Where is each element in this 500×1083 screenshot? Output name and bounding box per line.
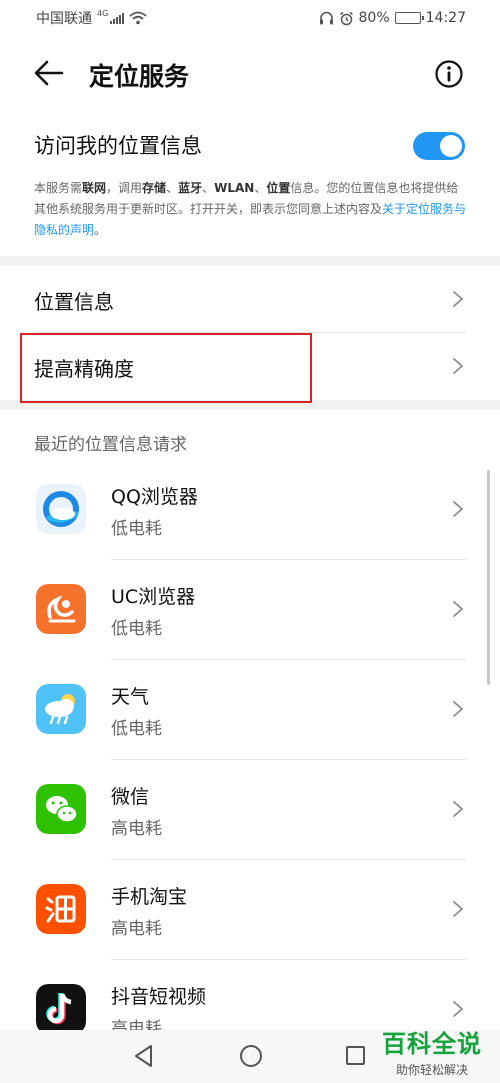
back-arrow-icon[interactable] xyxy=(32,58,66,88)
alarm-icon xyxy=(339,11,353,25)
desc-keyword-wlan: WLAN xyxy=(214,181,255,195)
qq-browser-icon xyxy=(36,484,86,534)
watermark-subtitle: 助你轻松解决 xyxy=(395,1063,468,1077)
app-power-usage: 低电耗 xyxy=(111,519,162,539)
status-right: 80% 14:27 xyxy=(319,10,466,26)
battery-icon xyxy=(394,12,424,24)
location-access-label: 访问我的位置信息 xyxy=(34,134,202,158)
wechat-icon xyxy=(36,784,86,834)
taobao-icon xyxy=(36,884,86,934)
nav-back-icon[interactable] xyxy=(133,1044,155,1068)
app-name: UC浏览器 xyxy=(111,586,196,608)
carrier-name: 中国联通 xyxy=(36,11,92,27)
settings-card: 位置信息 提高精确度 xyxy=(0,266,500,400)
app-name: 手机淘宝 xyxy=(111,886,188,908)
desc-keyword-network: 联网 xyxy=(82,181,107,195)
nav-recent-apps-icon[interactable] xyxy=(346,1046,365,1065)
status-bar: 中国联通 4G 80% 14:27 xyxy=(0,0,500,36)
location-info-row[interactable]: 位置信息 xyxy=(0,266,500,333)
chevron-right-icon xyxy=(453,701,463,717)
app-row-wechat[interactable]: 微信 高电耗 xyxy=(0,760,500,860)
desc-text: ，调用 xyxy=(106,181,143,195)
improve-accuracy-label: 提高精确度 xyxy=(34,357,134,381)
battery-percent: 80% xyxy=(358,10,390,26)
watermark-logo: 百科全说 助你轻松解决 xyxy=(376,1024,488,1078)
chevron-right-icon xyxy=(453,358,463,374)
location-access-description: 本服务需联网，调用存储、蓝牙、WLAN、位置信息。您的位置信息也将提供给其他系统… xyxy=(34,178,470,241)
app-row-qq-browser[interactable]: QQ浏览器 低电耗 xyxy=(0,460,500,560)
app-name: 天气 xyxy=(111,686,150,708)
app-row-uc-browser[interactable]: UC浏览器 低电耗 xyxy=(0,560,500,660)
chevron-right-icon xyxy=(453,801,463,817)
headphones-icon xyxy=(319,11,333,25)
desc-text: 、 xyxy=(254,181,267,195)
app-header: 定位服务 xyxy=(0,36,500,112)
desc-text: 、 xyxy=(202,181,215,195)
improve-accuracy-row[interactable]: 提高精确度 xyxy=(0,333,500,400)
desc-keyword-bluetooth: 蓝牙 xyxy=(178,181,203,195)
weather-icon xyxy=(36,684,86,734)
location-info-label: 位置信息 xyxy=(34,290,114,314)
location-access-toggle[interactable] xyxy=(413,132,465,160)
chevron-right-icon xyxy=(453,291,463,307)
recent-requests-header: 最近的位置信息请求 xyxy=(34,435,187,455)
douyin-icon xyxy=(36,984,86,1034)
chevron-right-icon xyxy=(453,901,463,917)
app-power-usage: 高电耗 xyxy=(111,919,162,939)
desc-text: 、 xyxy=(166,181,179,195)
status-left: 中国联通 4G xyxy=(36,8,147,28)
desc-keyword-storage: 存储 xyxy=(142,181,167,195)
nav-home-icon[interactable] xyxy=(240,1045,262,1067)
info-icon[interactable] xyxy=(434,59,464,89)
app-power-usage: 低电耗 xyxy=(111,719,162,739)
desc-text: 本服务需 xyxy=(34,181,83,195)
app-name: 抖音短视频 xyxy=(111,986,207,1008)
recent-requests-card: 最近的位置信息请求 QQ浏览器 低电耗 UC浏览器 低电耗 天气 低电耗 微信 … xyxy=(0,410,500,1050)
clock: 14:27 xyxy=(425,10,466,26)
network-type: 4G xyxy=(97,8,109,18)
location-access-card: 访问我的位置信息 本服务需联网，调用存储、蓝牙、WLAN、位置信息。您的位置信息… xyxy=(0,112,500,256)
uc-browser-icon xyxy=(36,584,86,634)
page-title: 定位服务 xyxy=(89,62,190,91)
chevron-right-icon xyxy=(453,501,463,517)
app-row-taobao[interactable]: 手机淘宝 高电耗 xyxy=(0,860,500,960)
wifi-icon xyxy=(129,11,147,25)
app-power-usage: 低电耗 xyxy=(111,619,162,639)
watermark-title: 百科全说 xyxy=(382,1030,482,1058)
chevron-right-icon xyxy=(453,1001,463,1017)
scrollbar[interactable] xyxy=(487,470,490,685)
app-name: QQ浏览器 xyxy=(111,486,198,508)
app-name: 微信 xyxy=(111,786,150,808)
toggle-knob xyxy=(440,135,462,157)
app-row-weather[interactable]: 天气 低电耗 xyxy=(0,660,500,760)
app-power-usage: 高电耗 xyxy=(111,819,162,839)
desc-text: 。 xyxy=(94,223,107,237)
signal-icon xyxy=(110,12,125,24)
chevron-right-icon xyxy=(453,601,463,617)
desc-keyword-location: 位置 xyxy=(266,181,291,195)
